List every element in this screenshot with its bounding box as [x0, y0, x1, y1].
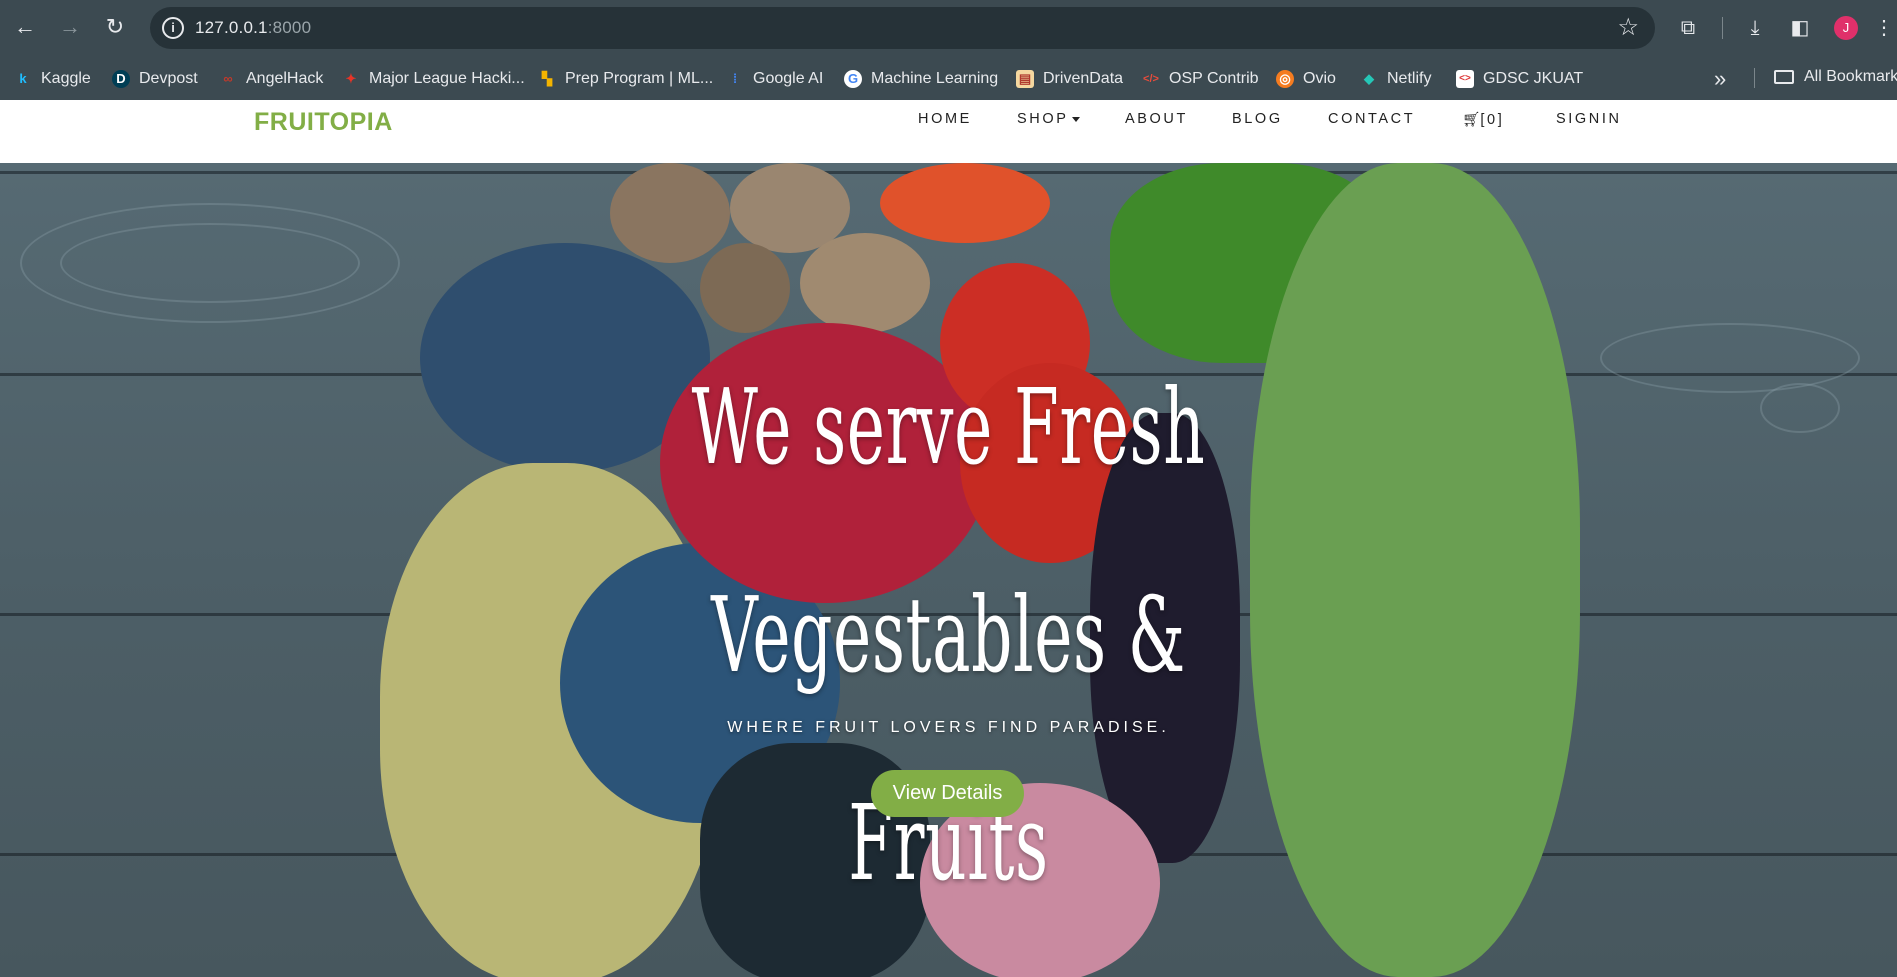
kaggle-icon: k: [19, 71, 27, 86]
url-host: 127.0.0.1: [195, 18, 268, 37]
page-viewport: FRUITOPIA HOME SHOP ABOUT BLOG CONTACT 🛒…: [0, 100, 1897, 977]
bookmarks-divider: [1754, 68, 1755, 88]
ovio-icon: ◎: [1276, 70, 1294, 88]
bookmark-label: Netlify: [1387, 70, 1432, 87]
bookmark-label: GDSC JKUAT: [1483, 70, 1584, 87]
nav-signin[interactable]: SIGNIN: [1556, 111, 1622, 127]
devpost-icon: D: [112, 70, 130, 88]
side-panel-icon[interactable]: ◧: [1785, 13, 1815, 43]
back-arrow-icon[interactable]: ←: [10, 12, 40, 42]
extensions-icon[interactable]: ⧉: [1673, 13, 1703, 43]
angelhack-icon: ∞: [223, 71, 233, 86]
bookmark-osp-contrib[interactable]: </> OSP Contrib: [1142, 68, 1259, 90]
bookmark-kaggle[interactable]: k Kaggle: [14, 68, 91, 90]
profile-avatar[interactable]: J: [1834, 16, 1858, 40]
forward-arrow-icon[interactable]: →: [55, 12, 85, 42]
orange-pepper-shape: [880, 163, 1050, 243]
drivendata-icon: ▤: [1016, 70, 1034, 88]
bookmark-machine-learning[interactable]: G Machine Learning: [844, 68, 998, 90]
more-bookmarks-chevron-icon[interactable]: »: [1714, 66, 1726, 92]
gdsc-icon: <>: [1456, 70, 1474, 88]
nav-about[interactable]: ABOUT: [1125, 111, 1188, 127]
browser-toolbar: ← → ↻ i 127.0.0.1:8000 ☆ ⧉ ⤓ ◧ J ⋮: [0, 0, 1897, 56]
bookmark-label: Kaggle: [41, 70, 91, 87]
bookmark-gdsc-jkuat[interactable]: <> GDSC JKUAT: [1456, 68, 1583, 90]
walnut-shape: [610, 163, 730, 263]
wood-knot: [1760, 383, 1840, 433]
all-bookmarks-button[interactable]: All Bookmarks: [1774, 68, 1897, 86]
bookmark-google-ai[interactable]: ⁞ Google AI: [726, 68, 823, 90]
site-header: FRUITOPIA HOME SHOP ABOUT BLOG CONTACT 🛒…: [0, 100, 1897, 163]
menu-kebab-icon[interactable]: ⋮: [1874, 13, 1894, 43]
bookmark-netlify[interactable]: ◆ Netlify: [1360, 68, 1431, 90]
bookmark-drivendata[interactable]: ▤ DrivenData: [1016, 68, 1123, 90]
bookmark-ovio[interactable]: ◎ Ovio: [1276, 68, 1336, 90]
bookmark-label: Google AI: [753, 70, 824, 87]
mlh-icon: ✦: [345, 71, 357, 86]
bookmark-label: AngelHack: [246, 70, 324, 87]
bookmark-label: DrivenData: [1043, 70, 1124, 87]
nav-blog[interactable]: BLOG: [1232, 111, 1283, 127]
google-ai-icon: ⁞: [732, 71, 738, 86]
walnut-shape: [800, 233, 930, 333]
reload-icon[interactable]: ↻: [100, 12, 130, 42]
osp-contrib-icon: </>: [1143, 73, 1159, 85]
site-logo[interactable]: FRUITOPIA: [254, 108, 393, 137]
download-icon[interactable]: ⤓: [1740, 13, 1770, 43]
nav-home[interactable]: HOME: [918, 111, 972, 127]
wood-grain: [1600, 323, 1860, 393]
netlify-icon: ◆: [1364, 71, 1374, 86]
wood-grain: [60, 223, 360, 303]
google-icon: G: [844, 70, 862, 88]
url-port: :8000: [267, 18, 312, 37]
bookmark-label: Machine Learning: [871, 70, 999, 87]
bookmark-star-icon[interactable]: ☆: [1617, 13, 1639, 42]
prep-program-icon: ▚: [542, 71, 552, 86]
bookmark-label: Major League Hacki...: [369, 70, 525, 87]
walnut-shape: [700, 243, 790, 333]
hero-subtitle: WHERE FRUIT LOVERS FIND PARADISE.: [727, 719, 1170, 736]
nav-cart[interactable]: 🛒︎[0]: [1462, 111, 1504, 128]
bookmark-label: Ovio: [1303, 70, 1336, 87]
toolbar-divider: [1722, 17, 1723, 39]
bookmark-label: Prep Program | ML...: [565, 70, 714, 87]
site-info-icon[interactable]: i: [162, 17, 184, 39]
bookmark-prep-program[interactable]: ▚ Prep Program | ML...: [538, 68, 713, 90]
bookmark-angelhack[interactable]: ∞ AngelHack: [219, 68, 323, 90]
bookmark-devpost[interactable]: D Devpost: [112, 68, 198, 90]
folder-icon: [1774, 70, 1794, 84]
bookmark-label: Devpost: [139, 70, 198, 87]
hero-title: We serve Fresh Vegestables & Fruits: [484, 323, 1412, 947]
url-text[interactable]: 127.0.0.1:8000: [195, 18, 311, 38]
caret-down-icon: [1071, 116, 1080, 122]
bookmarks-bar: k Kaggle D Devpost ∞ AngelHack ✦ Major L…: [0, 56, 1897, 100]
address-bar[interactable]: i 127.0.0.1:8000 ☆: [150, 7, 1655, 49]
nav-shop-label: SHOP: [1017, 111, 1069, 127]
cart-icon: 🛒︎: [1462, 112, 1481, 128]
view-details-button[interactable]: View Details: [871, 770, 1024, 817]
cart-count: [0]: [1480, 112, 1505, 128]
hero-banner: We serve Fresh Vegestables & Fruits WHER…: [0, 163, 1897, 977]
nav-contact[interactable]: CONTACT: [1328, 111, 1415, 127]
bookmark-mlh[interactable]: ✦ Major League Hacki...: [342, 68, 525, 90]
all-bookmarks-label: All Bookmarks: [1804, 68, 1897, 85]
nav-shop[interactable]: SHOP: [1017, 111, 1080, 127]
hero-title-line: We serve Fresh Vegestables &: [691, 366, 1206, 696]
bookmark-label: OSP Contrib: [1169, 70, 1259, 87]
